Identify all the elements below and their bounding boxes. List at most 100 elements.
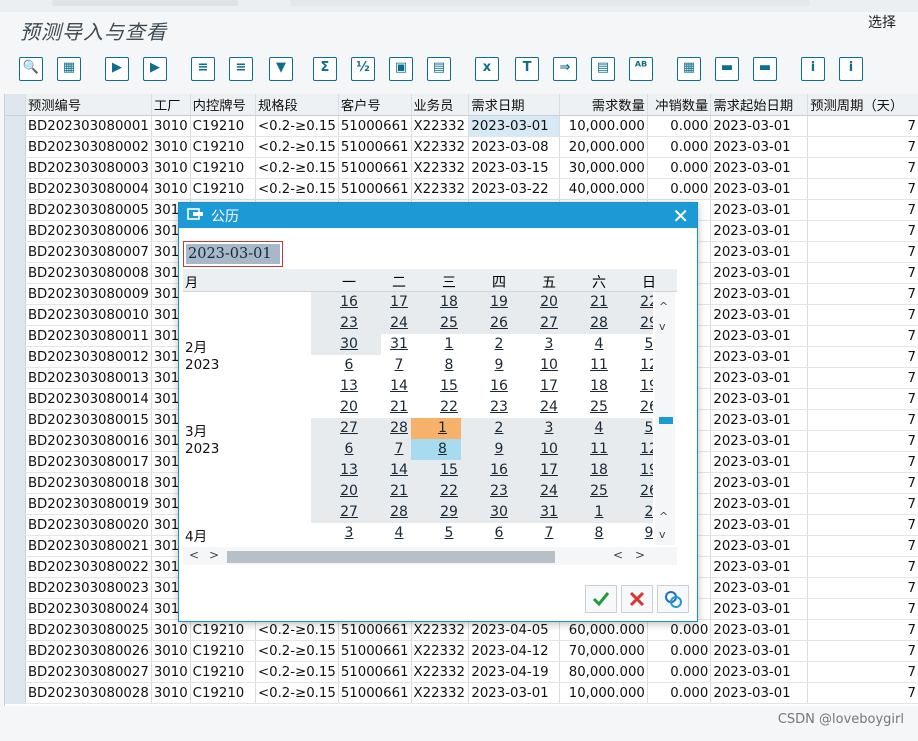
table-cell[interactable]: 7	[807, 367, 918, 389]
scroll-up-icon[interactable]: ^	[659, 510, 668, 523]
calendar-day[interactable]: 19	[624, 376, 653, 397]
table-cell[interactable]: 2023-03-01	[710, 346, 809, 368]
table-cell[interactable]: BD202303080009	[25, 283, 152, 305]
table-row[interactable]: BD202303080026 3010 C19210 <0.2-≥0.15 510006…	[5, 640, 918, 662]
table-cell[interactable]: 0.000	[647, 640, 712, 662]
table-cell[interactable]: BD202303080010	[25, 304, 152, 326]
table-cell[interactable]: <0.2-≥0.15	[255, 619, 339, 641]
table-cell[interactable]: C19210	[190, 157, 256, 179]
calendar-day[interactable]: 20	[324, 481, 374, 502]
row-selector[interactable]	[5, 325, 26, 347]
table-cell[interactable]: BD202303080005	[25, 199, 152, 221]
calendar-day[interactable]: 30	[474, 502, 524, 523]
table-cell[interactable]: 0.000	[647, 661, 712, 683]
table-cell[interactable]: 2023-03-01	[710, 409, 809, 431]
calendar-day[interactable]: 3	[524, 418, 574, 439]
table-cell[interactable]: BD202303080021	[25, 535, 152, 557]
row-selector[interactable]	[5, 388, 26, 410]
table-cell[interactable]: 2023-03-01	[710, 367, 809, 389]
row-selector[interactable]	[5, 241, 26, 263]
table-cell[interactable]: 7	[807, 115, 918, 137]
table-cell[interactable]: BD202303080014	[25, 388, 152, 410]
table-cell[interactable]: 2023-03-01	[710, 661, 809, 683]
table-cell[interactable]: 7	[807, 472, 918, 494]
filter-button[interactable]: ▼	[266, 54, 296, 84]
calendar-day[interactable]: 1	[424, 334, 474, 355]
calendar-day[interactable]: 16	[474, 376, 524, 397]
calendar-day[interactable]: 2	[624, 502, 653, 523]
refresh-button[interactable]	[657, 585, 689, 613]
table-cell[interactable]: 2023-03-01	[710, 262, 809, 284]
table-cell[interactable]: C19210	[190, 115, 256, 137]
row-selector[interactable]	[5, 283, 26, 305]
row-selector[interactable]	[5, 640, 26, 662]
calendar-day[interactable]: 25	[574, 481, 624, 502]
table-cell[interactable]: C19210	[190, 682, 256, 704]
column-header[interactable]: 冲销数量	[647, 94, 712, 116]
table-cell[interactable]: 7	[807, 178, 918, 200]
row-selector[interactable]	[5, 304, 26, 326]
table-cell[interactable]: 0.000	[647, 157, 712, 179]
vertical-scrollbar[interactable]: ^ v ^ v	[655, 292, 675, 545]
table-cell[interactable]: 3010	[151, 115, 191, 137]
calendar-day[interactable]: 11	[574, 355, 624, 376]
calendar-day[interactable]: 7	[524, 523, 574, 544]
select-label[interactable]: 选择	[868, 12, 896, 32]
table-cell[interactable]: 7	[807, 451, 918, 473]
table-cell[interactable]: 0.000	[647, 682, 712, 704]
calendar-day[interactable]: 18	[574, 376, 624, 397]
table-cell[interactable]: C19210	[190, 640, 256, 662]
table-cell[interactable]: 2023-03-01	[710, 199, 809, 221]
calendar-day[interactable]: 8	[411, 439, 461, 460]
calendar-day[interactable]: 18	[574, 460, 624, 481]
table-cell[interactable]: 7	[807, 241, 918, 263]
table-cell[interactable]: 51000661	[338, 619, 412, 641]
calendar-day[interactable]: 31	[374, 334, 424, 355]
calendar-day[interactable]: 1	[574, 502, 624, 523]
calendar-day[interactable]: 6	[474, 523, 524, 544]
calendar-day[interactable]: 9	[624, 523, 653, 544]
table-cell[interactable]: 2023-04-05	[468, 619, 561, 641]
calendar-day[interactable]: 12	[624, 439, 653, 460]
column-header[interactable]: 需求日期	[468, 94, 561, 116]
table-cell[interactable]: 7	[807, 283, 918, 305]
table-cell[interactable]: 51000661	[338, 640, 412, 662]
table-cell[interactable]: 10,000.000	[559, 682, 648, 704]
calendar-day[interactable]: 3	[524, 334, 574, 355]
table-cell[interactable]: BD202303080027	[25, 661, 152, 683]
table-cell[interactable]: 2023-03-01	[710, 157, 809, 179]
table-cell[interactable]: 2023-03-01	[710, 325, 809, 347]
abc-analysis-button[interactable]: ᴬᴮ	[626, 54, 656, 84]
subtotal-button[interactable]: ½	[348, 54, 378, 84]
table-cell[interactable]: <0.2-≥0.15	[255, 115, 339, 137]
calendar-day[interactable]: 24	[524, 481, 574, 502]
table-cell[interactable]: 2023-03-01	[710, 682, 809, 704]
table-cell[interactable]: C19210	[190, 178, 256, 200]
table-cell[interactable]: X22332	[411, 157, 470, 179]
table-cell[interactable]: 2023-03-22	[468, 178, 561, 200]
calendar-day[interactable]: 22	[424, 481, 474, 502]
table-row[interactable]: BD202303080003 3010 C19210 <0.2-≥0.15 510006…	[5, 157, 918, 179]
table-cell[interactable]: 60,000.000	[559, 619, 648, 641]
table-cell[interactable]: 2023-04-19	[468, 661, 561, 683]
calendar-day[interactable]: 2	[474, 334, 524, 355]
table-cell[interactable]: 2023-03-01	[710, 598, 809, 620]
calendar-day[interactable]: 26	[624, 481, 653, 502]
calendar-day[interactable]: 26	[624, 397, 653, 418]
row-selector[interactable]	[5, 430, 26, 452]
table-cell[interactable]: 70,000.000	[559, 640, 648, 662]
confirm-button[interactable]	[585, 585, 617, 613]
calendar-day[interactable]: 30	[324, 334, 374, 355]
table-cell[interactable]: <0.2-≥0.15	[255, 682, 339, 704]
table-cell[interactable]: BD202303080019	[25, 493, 152, 515]
calendar-day[interactable]: 27	[324, 502, 374, 523]
row-selector-header[interactable]	[5, 94, 26, 116]
table-cell[interactable]: <0.2-≥0.15	[255, 640, 339, 662]
table-cell[interactable]: 2023-03-01	[710, 283, 809, 305]
table-cell[interactable]: 2023-03-01	[710, 388, 809, 410]
calendar-day[interactable]: 10	[524, 439, 574, 460]
calendar-day[interactable]: 31	[524, 502, 574, 523]
table-cell[interactable]: BD202303080024	[25, 598, 152, 620]
calendar-day[interactable]: 22	[624, 292, 653, 313]
table-cell[interactable]: C19210	[190, 661, 256, 683]
